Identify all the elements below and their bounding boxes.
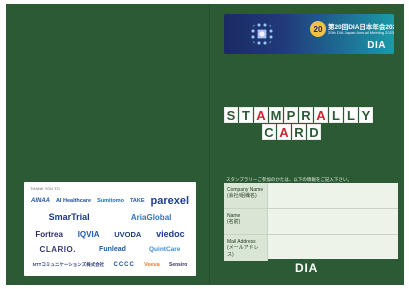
sponsor-row-5: NTTコミュニケーションズ株式会社 CCCC Veeva Sensiro bbox=[28, 262, 192, 268]
sponsor-row-2: SmarTrial AriaGlobal bbox=[28, 212, 192, 222]
title-letter: Y bbox=[359, 107, 373, 123]
sponsor-logo: Veeva bbox=[144, 262, 160, 268]
title-letter: L bbox=[344, 107, 358, 123]
anniversary-badge: 20 bbox=[310, 21, 326, 37]
title-letter: P bbox=[284, 107, 298, 123]
title-letter: T bbox=[239, 107, 253, 123]
sponsor-logo: Sumitomo bbox=[97, 198, 124, 204]
sponsor-logo: AriaGlobal bbox=[130, 212, 172, 222]
sponsor-logo: parexel bbox=[150, 195, 190, 207]
banner-dia-logo: DIA bbox=[367, 40, 386, 51]
title-letter: D bbox=[307, 124, 321, 140]
form-row-email: Mail Address (メールアドレス) bbox=[224, 235, 398, 261]
title-letter: R bbox=[292, 124, 306, 140]
name-label: Name (名前) bbox=[224, 209, 268, 234]
sponsor-logo: viedoc bbox=[156, 229, 185, 239]
entry-form: Company Name (会社/組織名) Name (名前) Mail Add… bbox=[224, 183, 398, 261]
event-banner: 20 第20回DIA日本年会2023 20th DIA Japan Annual… bbox=[224, 14, 394, 54]
title-letter: M bbox=[269, 107, 283, 123]
company-field[interactable] bbox=[268, 183, 398, 208]
title-letter: C bbox=[262, 124, 276, 140]
title-row-card: C A R D bbox=[262, 124, 321, 140]
form-row-company: Company Name (会社/組織名) bbox=[224, 183, 398, 209]
title-letter: A bbox=[254, 107, 268, 123]
fold-line bbox=[209, 4, 210, 285]
title-letter: L bbox=[329, 107, 343, 123]
sponsor-logo: CCCC bbox=[113, 262, 135, 268]
email-label: Mail Address (メールアドレス) bbox=[224, 235, 268, 261]
sponsor-logo: NTTコミュニケーションズ株式会社 bbox=[32, 262, 105, 267]
banner-subtitle: 20th DIA Japan Annual Meeting 2023 bbox=[328, 30, 394, 35]
sponsor-logo: TAKE bbox=[129, 198, 145, 204]
sponsor-logo: SmarTrial bbox=[48, 212, 90, 222]
title-letter: A bbox=[314, 107, 328, 123]
form-row-name: Name (名前) bbox=[224, 209, 398, 235]
company-label: Company Name (会社/組織名) bbox=[224, 183, 268, 208]
dia-footer-logo: DIA bbox=[295, 261, 319, 275]
sponsor-logo: AINAA bbox=[30, 198, 50, 204]
title-letter: S bbox=[224, 107, 238, 123]
sponsor-row-3: Fortrea IQVIA UVODA viedoc bbox=[28, 229, 192, 239]
sponsor-panel: THANK YOU TO AINAA AI Healthcare Sumitom… bbox=[24, 182, 196, 276]
sponsor-logo: Fortrea bbox=[35, 229, 63, 239]
sponsor-logo: UVODA bbox=[114, 229, 142, 239]
sponsor-logo: Sensiro bbox=[169, 262, 188, 268]
thanks-label: THANK YOU TO bbox=[30, 186, 60, 191]
sponsor-logo: AI Healthcare bbox=[55, 198, 92, 204]
sponsor-logo: CLARIO. bbox=[39, 245, 76, 254]
sponsor-logo: Funlead bbox=[99, 246, 126, 253]
name-field[interactable] bbox=[268, 209, 398, 234]
title-letter: R bbox=[299, 107, 313, 123]
title-letter: A bbox=[277, 124, 291, 140]
sponsor-logo: QuintCare bbox=[149, 246, 181, 253]
sponsor-logo: IQVIA bbox=[77, 229, 100, 239]
banner-globe-graphic bbox=[250, 22, 274, 46]
sponsor-row-1: AINAA AI Healthcare Sumitomo TAKE parexe… bbox=[28, 195, 192, 207]
email-field[interactable] bbox=[268, 235, 398, 261]
sponsor-row-4: CLARIO. Funlead QuintCare bbox=[28, 245, 192, 254]
title-row-stamprally: S T A M P R A L L Y bbox=[224, 107, 373, 123]
